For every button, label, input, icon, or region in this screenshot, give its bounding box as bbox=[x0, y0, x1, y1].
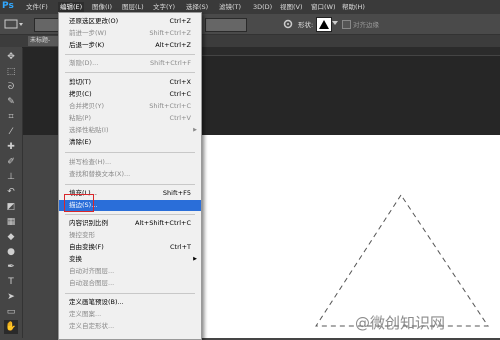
crop-icon[interactable]: ⌗ bbox=[4, 110, 18, 124]
menu-item-define-shape[interactable]: 定义自定形状... bbox=[59, 321, 201, 332]
submenu-arrow-icon: ▶ bbox=[193, 256, 197, 262]
shape-label: 形状: bbox=[298, 21, 314, 29]
menu-layer[interactable]: 图层(L) bbox=[122, 2, 144, 12]
menu-item-transform[interactable]: 变换 ▶ bbox=[59, 254, 201, 265]
align-edges-checkbox[interactable] bbox=[342, 20, 351, 29]
tool-preset-icon[interactable] bbox=[4, 18, 24, 30]
menu-item-puppet-warp[interactable]: 操控变形 bbox=[59, 230, 201, 241]
menu-item-step-forward[interactable]: 前进一步(W) Shift+Ctrl+Z bbox=[59, 28, 201, 39]
submenu-arrow-icon: ▶ bbox=[193, 127, 197, 133]
healing-icon[interactable]: ✚ bbox=[4, 140, 18, 154]
blur-icon[interactable]: ◆ bbox=[4, 230, 18, 244]
mode-select[interactable] bbox=[34, 18, 60, 32]
menu-separator bbox=[65, 293, 195, 294]
menu-item-auto-align[interactable]: 自动对齐图层... bbox=[59, 266, 201, 277]
style-select[interactable] bbox=[205, 18, 247, 32]
quick-select-icon[interactable]: ✎ bbox=[4, 95, 18, 109]
menu-item-paste[interactable]: 粘贴(P) Ctrl+V bbox=[59, 113, 201, 124]
menu-3d[interactable]: 3D(D) bbox=[253, 2, 272, 12]
menu-type[interactable]: 文字(Y) bbox=[153, 2, 175, 12]
menu-separator bbox=[65, 54, 195, 55]
menu-item-fade[interactable]: 渐隐(D)... Shift+Ctrl+F bbox=[59, 58, 201, 69]
edit-menu: 还原选区更改(O) Ctrl+Z 前进一步(W) Shift+Ctrl+Z 后退一步… bbox=[58, 12, 202, 340]
menu-item-clear[interactable]: 清除(E) bbox=[59, 137, 201, 148]
menu-item-content-aware-scale[interactable]: 内容识别比例 Alt+Shift+Ctrl+C bbox=[59, 218, 201, 229]
menu-help[interactable]: 帮助(H) bbox=[342, 2, 365, 12]
menu-separator bbox=[65, 72, 195, 73]
document-tab[interactable]: 未标题- bbox=[28, 36, 58, 46]
menu-item-define-pattern[interactable]: 定义图案... bbox=[59, 309, 201, 320]
pen-icon[interactable]: ✒ bbox=[4, 260, 18, 274]
gear-icon[interactable] bbox=[282, 18, 294, 30]
menu-view[interactable]: 视图(V) bbox=[280, 2, 303, 12]
align-edges-label: 对齐边缘 bbox=[353, 21, 379, 29]
menu-separator bbox=[65, 184, 195, 185]
shape-picker[interactable] bbox=[316, 17, 332, 32]
type-icon[interactable]: T bbox=[4, 275, 18, 289]
eraser-icon[interactable]: ◩ bbox=[4, 200, 18, 214]
menu-separator bbox=[65, 152, 195, 153]
marquee-icon[interactable]: ⬚ bbox=[4, 65, 18, 79]
menu-item-spell-check[interactable]: 拼写检查(H)... bbox=[59, 157, 201, 168]
shape-icon[interactable]: ▭ bbox=[4, 305, 18, 319]
menu-image[interactable]: 图像(I) bbox=[92, 2, 112, 12]
menu-item-define-brush[interactable]: 定义画笔预设(B)... bbox=[59, 297, 201, 308]
move-icon[interactable]: ✥ bbox=[4, 50, 18, 64]
menu-item-auto-blend[interactable]: 自动混合图层... bbox=[59, 278, 201, 289]
gradient-icon[interactable]: ▦ bbox=[4, 215, 18, 229]
menu-item-undo[interactable]: 还原选区更改(O) Ctrl+Z bbox=[59, 16, 201, 27]
menu-item-paste-special[interactable]: 选择性粘贴(I) ▶ bbox=[59, 125, 201, 136]
menu-filter[interactable]: 滤镜(T) bbox=[219, 2, 241, 12]
menu-window[interactable]: 窗口(W) bbox=[311, 2, 336, 12]
highlight-box bbox=[64, 194, 94, 212]
tools-panel: ✥ ⬚ ᘐ ✎ ⌗ ⁄ ✚ ✐ ⊥ ↶ ◩ ▦ ◆ ● ✒ T ➤ ▭ ✋ bbox=[0, 48, 23, 338]
menu-separator bbox=[65, 214, 195, 215]
menu-item-cut[interactable]: 剪切(T) Ctrl+X bbox=[59, 77, 201, 88]
stamp-icon[interactable]: ⊥ bbox=[4, 170, 18, 184]
photoshop-logo: Ps bbox=[2, 1, 14, 11]
eyedropper-icon[interactable]: ⁄ bbox=[4, 125, 18, 139]
menu-item-step-backward[interactable]: 后退一步(K) Alt+Ctrl+Z bbox=[59, 40, 201, 51]
hand-icon[interactable]: ✋ bbox=[4, 320, 18, 334]
watermark-text: @微创知识网 bbox=[355, 314, 446, 332]
menu-item-free-transform[interactable]: 自由变换(F) Ctrl+T bbox=[59, 242, 201, 253]
menu-file[interactable]: 文件(F) bbox=[26, 2, 48, 12]
triangle-shape-icon bbox=[319, 20, 329, 29]
menu-item-copy-merged[interactable]: 合并拷贝(Y) Shift+Ctrl+C bbox=[59, 101, 201, 112]
menu-edit[interactable]: 编辑(E) bbox=[58, 2, 85, 12]
menu-select[interactable]: 选择(S) bbox=[186, 2, 208, 12]
menu-item-copy[interactable]: 拷贝(C) Ctrl+C bbox=[59, 89, 201, 100]
lasso-icon[interactable]: ᘐ bbox=[4, 80, 18, 94]
dodge-icon[interactable]: ● bbox=[4, 245, 18, 259]
menu-item-find-replace[interactable]: 查找和替换文本(X)... bbox=[59, 169, 201, 180]
horizontal-ruler bbox=[200, 47, 500, 56]
brush-icon[interactable]: ✐ bbox=[4, 155, 18, 169]
history-brush-icon[interactable]: ↶ bbox=[4, 185, 18, 199]
chevron-down-icon[interactable] bbox=[332, 21, 338, 26]
path-select-icon[interactable]: ➤ bbox=[4, 290, 18, 304]
